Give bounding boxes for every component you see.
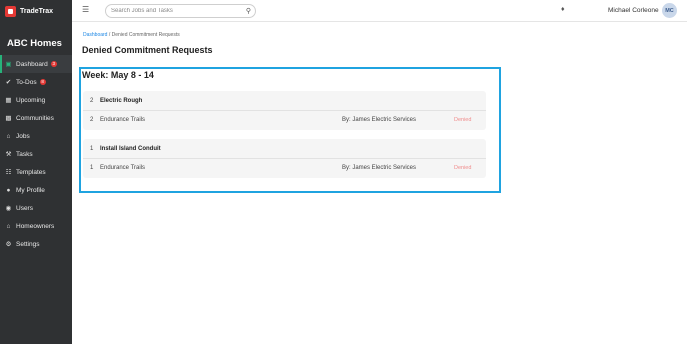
sidebar-item-label: My Profile bbox=[16, 186, 45, 194]
breadcrumb-current: Denied Commitment Requests bbox=[111, 32, 180, 38]
sidebar-item-my-profile[interactable]: ● My Profile bbox=[0, 181, 72, 199]
task-name[interactable]: Install Island Conduit bbox=[100, 146, 161, 152]
requested-by: By: James Electric Services bbox=[342, 164, 417, 171]
todo-icon: ✔ bbox=[5, 79, 12, 86]
task-row[interactable]: 2 Electric Rough bbox=[83, 91, 486, 110]
sidebar-item-label: Communities bbox=[16, 114, 54, 122]
calendar-icon: ▦ bbox=[5, 97, 12, 104]
search-icon[interactable]: ⚲ bbox=[246, 7, 251, 15]
hamburger-menu-icon[interactable]: ☰ bbox=[82, 5, 89, 14]
sidebar-item-users[interactable]: ◉ Users bbox=[0, 199, 72, 217]
request-card: 1 Install Island Conduit 1 Endurance Tra… bbox=[83, 139, 486, 178]
sidebar-item-label: Users bbox=[16, 204, 33, 212]
brand[interactable]: TradeTrax bbox=[5, 5, 53, 17]
gear-icon: ⚙ bbox=[5, 241, 12, 248]
job-quantity: 2 bbox=[90, 116, 94, 123]
job-row[interactable]: 2 Endurance Trails By: James Electric Se… bbox=[83, 110, 486, 128]
requested-by: By: James Electric Services bbox=[342, 116, 417, 123]
avatar[interactable]: MC bbox=[662, 3, 677, 18]
wrench-icon: ⚒ bbox=[5, 151, 12, 158]
job-quantity: 1 bbox=[90, 164, 94, 171]
sidebar-item-upcoming[interactable]: ▦ Upcoming bbox=[0, 91, 72, 109]
request-card: 2 Electric Rough 2 Endurance Trails By: … bbox=[83, 91, 486, 130]
company-name: ABC Homes bbox=[7, 38, 62, 49]
breadcrumb-link-dashboard[interactable]: Dashboard bbox=[83, 32, 107, 38]
sidebar-item-tasks[interactable]: ⚒ Tasks bbox=[0, 145, 72, 163]
dashboard-icon: ▣ bbox=[5, 61, 12, 68]
tradetrax-logo-icon bbox=[5, 5, 16, 17]
job-name[interactable]: Endurance Trails bbox=[100, 117, 145, 123]
sidebar-item-label: Dashboard bbox=[16, 60, 48, 68]
page-title: Denied Commitment Requests bbox=[82, 45, 213, 55]
sidebar-item-label: Tasks bbox=[16, 150, 33, 158]
sidebar-item-label: Upcoming bbox=[16, 96, 46, 104]
notification-badge: 3 bbox=[50, 61, 57, 67]
week-title: Week: May 8 - 14 bbox=[82, 70, 154, 80]
sidebar-item-label: Settings bbox=[16, 240, 40, 248]
building-icon: ▩ bbox=[5, 115, 12, 122]
task-quantity: 2 bbox=[90, 97, 94, 104]
status-badge: Denied bbox=[454, 116, 472, 123]
homeowners-icon: ⌂ bbox=[6, 222, 11, 230]
sidebar-item-homeowners[interactable]: ⌂ Homeowners bbox=[0, 217, 72, 235]
status-badge: Denied bbox=[454, 164, 472, 171]
users-icon: ◉ bbox=[5, 205, 12, 212]
profile-icon: ● bbox=[6, 186, 11, 194]
search-input[interactable] bbox=[111, 8, 241, 14]
task-row[interactable]: 1 Install Island Conduit bbox=[83, 139, 486, 158]
sidebar-item-todos[interactable]: ✔ To-Dos 8 bbox=[0, 73, 72, 91]
sidebar-item-communities[interactable]: ▩ Communities bbox=[0, 109, 72, 127]
sidebar-item-dashboard[interactable]: ▣ Dashboard 3 bbox=[0, 55, 72, 73]
sidebar-item-label: To-Dos bbox=[16, 78, 37, 86]
job-row[interactable]: 1 Endurance Trails By: James Electric Se… bbox=[83, 158, 486, 176]
home-icon: ⌂ bbox=[6, 132, 11, 140]
top-bar: ☰ ⚲ ♦ Michael Corleone MC bbox=[72, 0, 687, 22]
sidebar: TradeTrax ABC Homes ▣ Dashboard 3 ✔ To-D… bbox=[0, 0, 72, 344]
notification-badge: 8 bbox=[39, 79, 46, 85]
sidebar-item-settings[interactable]: ⚙ Settings bbox=[0, 235, 72, 253]
bell-icon[interactable]: ♦ bbox=[561, 6, 565, 13]
job-name[interactable]: Endurance Trails bbox=[100, 165, 145, 171]
search-box[interactable]: ⚲ bbox=[105, 4, 256, 18]
templates-icon: ☷ bbox=[5, 169, 12, 176]
brand-name: TradeTrax bbox=[20, 7, 54, 15]
task-name[interactable]: Electric Rough bbox=[100, 98, 142, 104]
sidebar-item-label: Jobs bbox=[16, 132, 30, 140]
sidebar-item-jobs[interactable]: ⌂ Jobs bbox=[0, 127, 72, 145]
breadcrumb: Dashboard / Denied Commitment Requests bbox=[83, 32, 180, 38]
sidebar-item-label: Homeowners bbox=[16, 222, 55, 230]
sidebar-item-templates[interactable]: ☷ Templates bbox=[0, 163, 72, 181]
sidebar-item-label: Templates bbox=[16, 168, 46, 176]
user-name[interactable]: Michael Corleone bbox=[608, 7, 659, 14]
task-quantity: 1 bbox=[90, 145, 94, 152]
sidebar-nav: ▣ Dashboard 3 ✔ To-Dos 8 ▦ Upcoming ▩ Co… bbox=[0, 55, 72, 253]
